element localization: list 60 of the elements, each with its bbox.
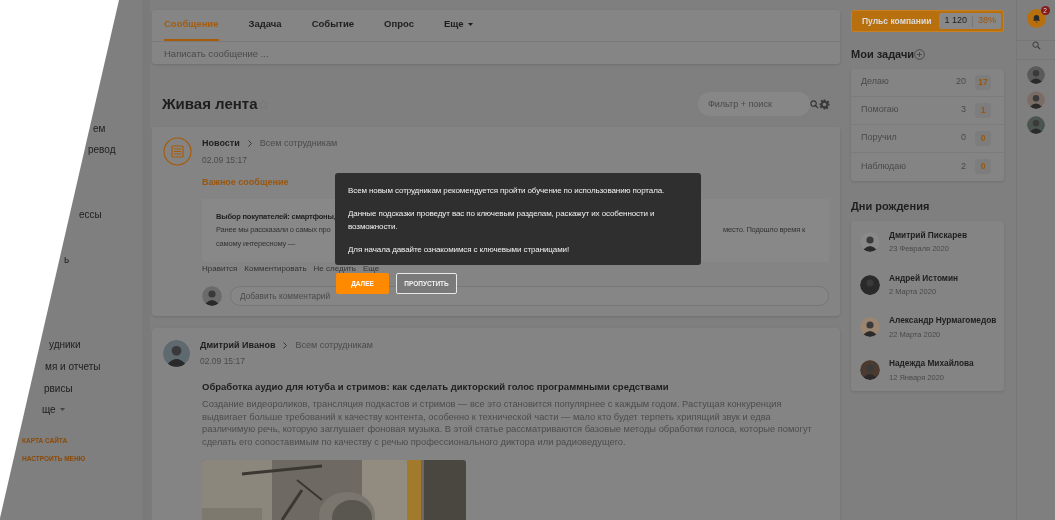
composer-tab[interactable]: Задача bbox=[248, 10, 282, 41]
search-icon[interactable] bbox=[1031, 41, 1041, 50]
task-badge: 17 bbox=[975, 74, 991, 90]
avatar bbox=[860, 274, 880, 295]
avatar[interactable] bbox=[1027, 116, 1045, 134]
pulse-percent: 38% bbox=[978, 14, 996, 28]
composer-tab[interactable]: Еще bbox=[443, 10, 473, 41]
chevron-icon bbox=[283, 341, 288, 349]
audience-label[interactable]: Всем сотрудникам bbox=[259, 137, 338, 151]
important-label: Важное сообщение bbox=[202, 176, 289, 190]
menu-item[interactable]: ще bbox=[42, 401, 65, 417]
section-title: Мои задачи bbox=[851, 47, 915, 62]
audience-label[interactable]: Всем сотрудникам bbox=[295, 338, 373, 352]
message-input[interactable]: Написать сообщение ... bbox=[152, 42, 840, 64]
post-title: Обработка аудио для ютуба и стримов: как сделать дикторский голос программными средствами bbox=[202, 379, 670, 394]
avatar bbox=[202, 285, 222, 306]
avatar[interactable] bbox=[1027, 66, 1045, 84]
tour-text: Для начала давайте ознакомимся с ключевыми страницами! bbox=[348, 244, 571, 256]
settings-icon[interactable] bbox=[819, 98, 830, 110]
person-name[interactable]: Дмитрий Пискарев bbox=[889, 229, 967, 242]
avatar bbox=[163, 339, 190, 367]
avatar bbox=[860, 317, 880, 338]
avatar bbox=[860, 231, 880, 252]
menu-item[interactable]: мя и отчеты bbox=[45, 358, 101, 374]
menu-item[interactable]: ем bbox=[93, 120, 106, 136]
menu-item[interactable]: рвисы bbox=[44, 380, 73, 396]
composer-tab[interactable]: Опрос bbox=[384, 10, 414, 41]
person-name[interactable]: Александр Нурмагомедов bbox=[889, 314, 997, 327]
caret-icon bbox=[59, 407, 65, 411]
task-badge: 1 bbox=[975, 102, 991, 118]
task-badge: 0 bbox=[975, 130, 991, 146]
menu-item[interactable]: ессы bbox=[79, 206, 102, 222]
menu-item[interactable]: ь bbox=[64, 251, 70, 267]
action-link[interactable]: Комментировать bbox=[244, 263, 307, 274]
avatar[interactable] bbox=[1027, 91, 1045, 109]
pulse-button[interactable]: Пульс компании 1 120 38% bbox=[851, 10, 1004, 32]
avatar bbox=[860, 359, 880, 380]
menu-item[interactable]: ревод bbox=[88, 141, 116, 157]
tour-text: Всем новым сотрудникам рекомендуется пройти обучение по использованию портала. bbox=[348, 185, 666, 197]
add-icon[interactable] bbox=[914, 48, 926, 60]
search-icon[interactable] bbox=[810, 99, 819, 109]
person-name[interactable]: Надежда Михайлова bbox=[889, 357, 974, 370]
filter-search-field[interactable]: Фильтр + поиск bbox=[698, 92, 810, 116]
chevron-icon bbox=[247, 140, 252, 148]
task-badge: 0 bbox=[975, 159, 991, 174]
newspaper-icon bbox=[163, 137, 192, 167]
action-link[interactable]: Еще bbox=[362, 263, 380, 274]
feed-title: Живая лента bbox=[162, 93, 258, 114]
author-name[interactable]: Дмитрий Иванов bbox=[200, 338, 276, 352]
pulse-value: 1 120 bbox=[944, 14, 967, 28]
author-name[interactable]: Новости bbox=[202, 137, 240, 151]
composer-tab[interactable]: Событие bbox=[311, 10, 355, 41]
tour-text: Данные подсказки проведут вас по ключевым разделам, раскажут их особенности и возможности. bbox=[348, 208, 656, 233]
action-link[interactable]: Не следить bbox=[313, 263, 356, 274]
bell-icon bbox=[1031, 14, 1041, 23]
section-title: Дни рождения bbox=[851, 198, 931, 214]
person-name[interactable]: Андрей Истомин bbox=[889, 271, 959, 285]
caret-icon bbox=[467, 23, 473, 26]
action-link[interactable]: Нравится bbox=[202, 263, 238, 274]
menu-item[interactable]: удники bbox=[49, 336, 81, 352]
